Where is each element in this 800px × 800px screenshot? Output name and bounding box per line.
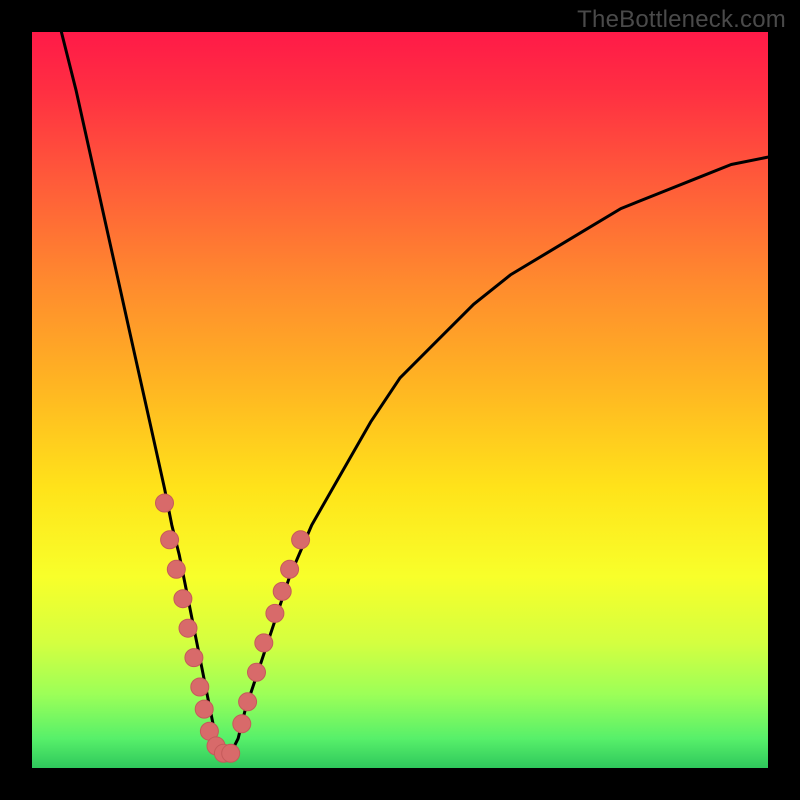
data-marker (191, 678, 209, 696)
plot-area (32, 32, 768, 768)
data-markers (156, 494, 310, 762)
data-marker (185, 649, 203, 667)
data-marker (156, 494, 174, 512)
data-marker (248, 663, 266, 681)
data-marker (233, 715, 251, 733)
data-marker (273, 582, 291, 600)
data-marker (255, 634, 273, 652)
chart-svg (32, 32, 768, 768)
data-marker (167, 560, 185, 578)
data-marker (174, 590, 192, 608)
bottleneck-curve (61, 32, 768, 753)
watermark-label: TheBottleneck.com (577, 6, 786, 34)
data-marker (222, 744, 240, 762)
data-marker (266, 604, 284, 622)
curve-path (61, 32, 768, 753)
data-marker (161, 531, 179, 549)
data-marker (239, 693, 257, 711)
data-marker (281, 560, 299, 578)
data-marker (195, 700, 213, 718)
chart-frame: TheBottleneck.com (0, 0, 800, 800)
data-marker (179, 619, 197, 637)
data-marker (292, 531, 310, 549)
